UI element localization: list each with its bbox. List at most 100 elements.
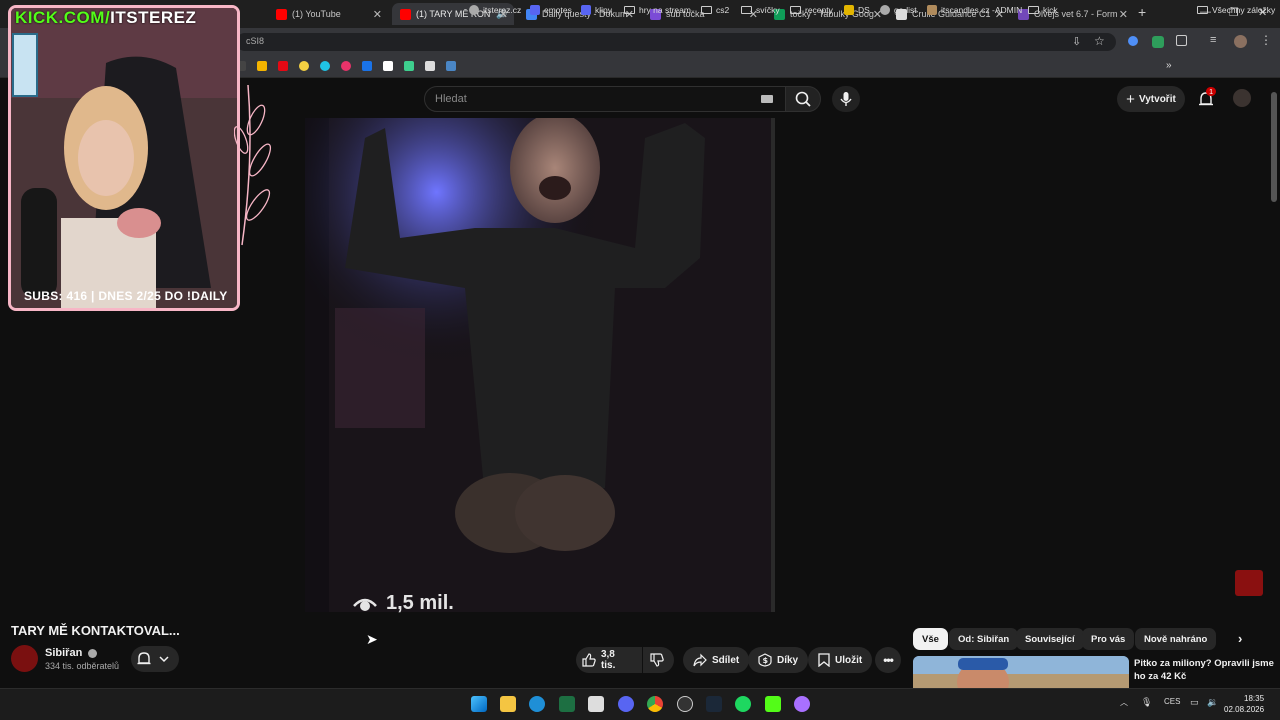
bookmark-folder-cs2[interactable]: cs2 <box>701 5 729 15</box>
channel-avatar[interactable] <box>11 645 38 672</box>
bookmark-label: recepty <box>805 5 833 15</box>
clock-time: 18:35 <box>1244 694 1265 703</box>
clock-date: 02.08.2026 <box>1224 705 1265 714</box>
netflix-icon[interactable] <box>278 61 288 71</box>
chrome-icon[interactable] <box>647 696 663 712</box>
subs-goal-text: SUBS: 416 | DNES 2/25 DO !DAILY <box>24 289 228 303</box>
search-button[interactable] <box>785 86 821 112</box>
bookmark-folder-hry[interactable]: hry na stream <box>624 5 691 15</box>
recommended-thumbnail[interactable] <box>913 656 1129 690</box>
media-icon[interactable]: ≡ <box>1210 34 1216 46</box>
install-icon[interactable]: ⇩ <box>1072 35 1081 48</box>
mouse-cursor: ➤ <box>366 631 378 647</box>
puzzle-icon[interactable] <box>1176 35 1187 46</box>
create-button[interactable]: + Vytvořit <box>1117 86 1185 112</box>
chip-from-channel[interactable]: Od: Sibiřan <box>949 628 1019 650</box>
star-icon[interactable]: ☆ <box>1094 34 1105 48</box>
sl-icon <box>530 5 540 15</box>
menu-icon[interactable]: ⋮ <box>1260 33 1272 47</box>
address-bar[interactable]: cSI8 <box>236 33 1116 51</box>
extension-icon[interactable] <box>1152 36 1164 48</box>
tab-label: (1) YouTube <box>292 9 341 19</box>
tab-youtube[interactable]: (1) YouTube ✕ <box>268 3 388 25</box>
file-explorer-icon[interactable] <box>500 696 516 712</box>
account-avatar[interactable] <box>1233 89 1251 107</box>
bookmark-ds[interactable]: DS <box>844 5 870 15</box>
bookmark-icon[interactable] <box>299 61 309 71</box>
chip-related[interactable]: Související <box>1016 628 1084 650</box>
channel-watermark[interactable] <box>1235 570 1263 596</box>
video-player[interactable] <box>305 118 775 612</box>
start-icon[interactable] <box>471 696 487 712</box>
bookmark-save-icon <box>818 653 830 667</box>
network-icon[interactable]: ▭ <box>1190 697 1199 708</box>
bookmark-icon[interactable] <box>446 61 456 71</box>
bookmark-icon[interactable] <box>425 61 435 71</box>
bookmark-folder-kick[interactable]: kick <box>1028 5 1058 15</box>
save-button[interactable]: Uložit <box>808 647 873 673</box>
youtube-icon <box>276 8 287 20</box>
extension-icon[interactable] <box>1128 36 1138 46</box>
voice-search-button[interactable] <box>832 86 860 112</box>
app-icon[interactable] <box>677 696 693 712</box>
bookmark-icon[interactable] <box>341 61 351 71</box>
chip-all[interactable]: Vše <box>913 628 948 650</box>
webcam-overlay <box>8 5 240 311</box>
bookmark-itscandles[interactable]: itscandles.cz -ADMIN <box>927 5 1022 15</box>
bookmark-ga-list[interactable]: ga-list <box>880 5 917 15</box>
volume-icon[interactable]: 🔉 <box>1207 697 1218 708</box>
bookmark-label: emotes <box>544 5 572 15</box>
app-icon[interactable] <box>529 696 545 712</box>
youtube-icon <box>400 8 411 20</box>
close-icon[interactable]: ✕ <box>1119 8 1128 21</box>
channel-name-text: Sibiřan <box>45 647 83 659</box>
paypal-icon[interactable] <box>362 61 372 71</box>
bookmark-icon[interactable] <box>383 61 393 71</box>
thanks-button[interactable]: $ Díky <box>748 647 809 673</box>
kick-icon[interactable] <box>765 696 781 712</box>
system-clock[interactable]: 18:35 02.08.2026 <box>1224 693 1264 715</box>
language-indicator[interactable]: CES <box>1164 697 1180 706</box>
like-button[interactable]: 3,8 tis. <box>576 647 642 673</box>
candle-icon <box>927 5 937 15</box>
steam-icon[interactable] <box>706 696 722 712</box>
bookmark-emotes[interactable]: emotes <box>530 5 572 15</box>
bookmark-itsterez[interactable]: itsterez.cz <box>469 5 521 15</box>
chip-for-you[interactable]: Pro vás <box>1082 628 1135 650</box>
page-scrollbar[interactable] <box>1271 92 1277 202</box>
chevron-right-icon[interactable]: › <box>1238 631 1242 646</box>
bookmark-folder-svicky[interactable]: svíčky <box>741 5 780 15</box>
bookmark-icon[interactable] <box>320 61 330 71</box>
subscription-bell-button[interactable] <box>131 646 179 672</box>
kick-prefix: KICK.COM/ <box>15 8 111 27</box>
bookmark-klipy[interactable]: klipy <box>581 5 612 15</box>
bookmark-icon[interactable] <box>404 61 414 71</box>
subscriber-count: 334 tis. odběratelů <box>45 661 120 671</box>
new-tab-button[interactable]: + <box>1138 4 1146 20</box>
close-icon[interactable]: ✕ <box>373 8 382 21</box>
bookmark-icon[interactable] <box>257 61 267 71</box>
profile-avatar[interactable] <box>1234 35 1247 48</box>
bell-icon <box>137 652 169 665</box>
dislike-button[interactable] <box>643 647 674 673</box>
app-icon[interactable] <box>794 696 810 712</box>
notifications-button[interactable]: 1 <box>1197 87 1217 110</box>
recommended-title[interactable]: Pitko za miliony? Opravili jsme ho za 42… <box>1134 657 1274 683</box>
excel-icon[interactable] <box>559 696 575 712</box>
discord-icon[interactable] <box>618 696 634 712</box>
eye-icon <box>353 598 377 611</box>
all-bookmarks[interactable]: Všechny záložky <box>1197 5 1275 15</box>
more-bookmarks-icon[interactable]: » <box>1166 60 1172 71</box>
chevron-up-icon[interactable]: ︿ <box>1120 697 1128 708</box>
folder-icon <box>1028 6 1039 14</box>
search-input[interactable]: Hledat <box>424 86 786 112</box>
chip-recently-uploaded[interactable]: Nově nahráno <box>1135 628 1217 650</box>
bookmark-folder-recepty[interactable]: recepty <box>790 5 833 15</box>
channel-name[interactable]: Sibiřan <box>45 647 98 659</box>
spotify-icon[interactable] <box>735 696 751 712</box>
share-button[interactable]: Sdílet <box>683 647 750 673</box>
keyboard-icon[interactable] <box>761 95 773 103</box>
more-actions-button[interactable]: ••• <box>875 647 901 673</box>
mic-icon[interactable]: 🎙 <box>1141 697 1152 708</box>
app-icon[interactable] <box>588 696 604 712</box>
